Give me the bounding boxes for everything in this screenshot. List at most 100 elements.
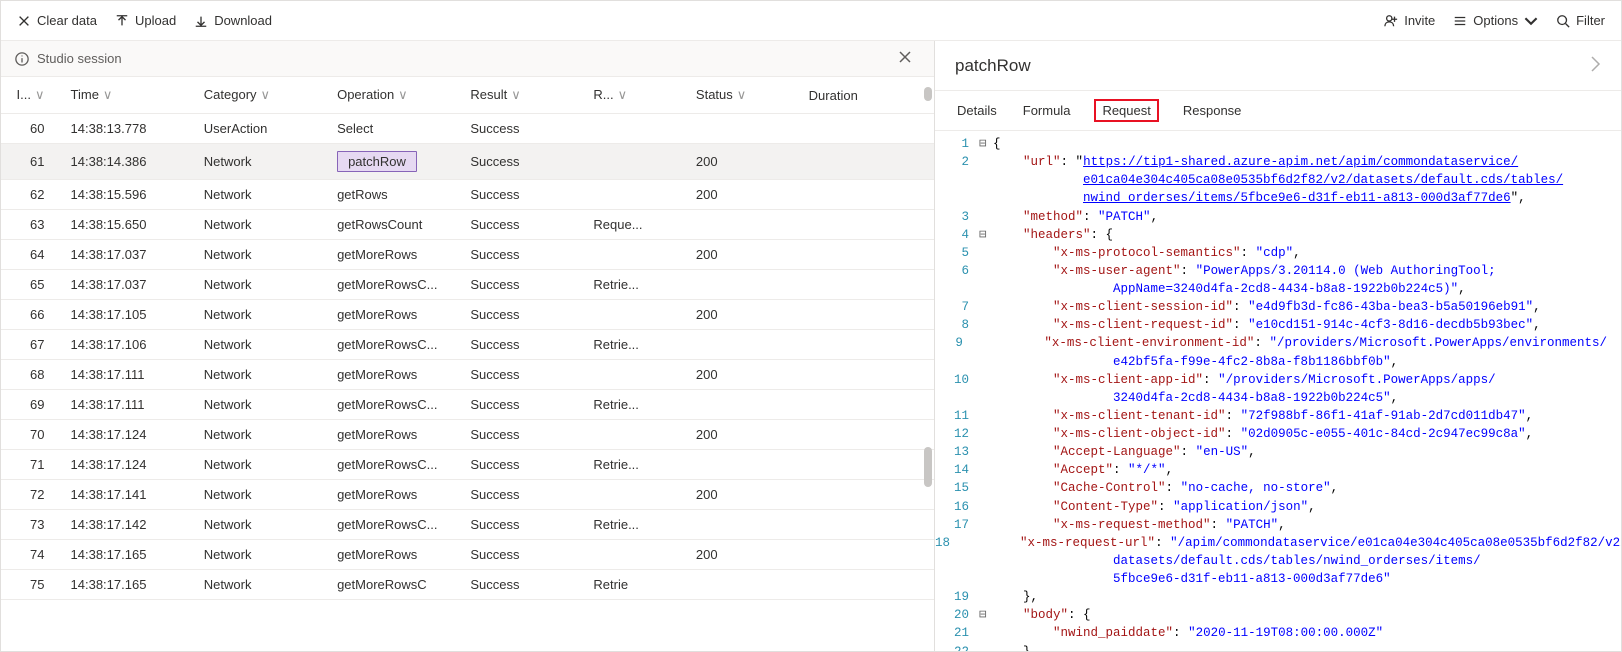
- cell: [801, 420, 934, 450]
- code-line: 9 "x-ms-client-environment-id": "/provid…: [935, 334, 1621, 352]
- line-number: [935, 171, 979, 189]
- table-row[interactable]: 7314:38:17.142NetworkgetMoreRowsC...Succ…: [1, 510, 934, 540]
- collapse-detail-button[interactable]: [1589, 55, 1601, 76]
- table-row[interactable]: 6014:38:13.778UserActionSelectSuccess: [1, 114, 934, 144]
- close-session-button[interactable]: [898, 50, 920, 67]
- col-status[interactable]: Status∨: [688, 77, 801, 114]
- cell: [585, 540, 688, 570]
- fold-toggle: [979, 316, 993, 334]
- fold-toggle[interactable]: ⊟: [979, 606, 993, 624]
- table-row[interactable]: 6114:38:14.386NetworkpatchRowSuccess200: [1, 144, 934, 180]
- line-number: 4: [935, 226, 979, 244]
- table-row[interactable]: 6414:38:17.037NetworkgetMoreRowsSuccess2…: [1, 240, 934, 270]
- code-line: 15 "Cache-Control": "no-cache, no-store"…: [935, 479, 1621, 497]
- cell: getMoreRows: [329, 480, 462, 510]
- code-content: "x-ms-client-object-id": "02d0905c-e055-…: [993, 425, 1621, 443]
- cell: [688, 570, 801, 600]
- table-row[interactable]: 6514:38:17.037NetworkgetMoreRowsC...Succ…: [1, 270, 934, 300]
- line-number: [935, 189, 979, 207]
- code-line: 7 "x-ms-client-session-id": "e4d9fb3d-fc…: [935, 298, 1621, 316]
- cell: 69: [1, 390, 63, 420]
- cell: 71: [1, 450, 63, 480]
- table-row[interactable]: 7214:38:17.141NetworkgetMoreRowsSuccess2…: [1, 480, 934, 510]
- invite-button[interactable]: Invite: [1384, 13, 1435, 28]
- tab-response[interactable]: Response: [1181, 99, 1244, 122]
- cell: [801, 390, 934, 420]
- fold-toggle: [979, 280, 993, 298]
- table-row[interactable]: 7014:38:17.124NetworkgetMoreRowsSuccess2…: [1, 420, 934, 450]
- fold-toggle[interactable]: ⊟: [979, 226, 993, 244]
- cell: Retrie...: [585, 510, 688, 540]
- code-line: 5 "x-ms-protocol-semantics": "cdp",: [935, 244, 1621, 262]
- cell: 62: [1, 180, 63, 210]
- filter-button[interactable]: Filter: [1556, 13, 1605, 28]
- table-row[interactable]: 6614:38:17.105NetworkgetMoreRowsSuccess2…: [1, 300, 934, 330]
- cell: [801, 570, 934, 600]
- cell: [585, 144, 688, 180]
- col-index[interactable]: I...∨: [1, 77, 63, 114]
- code-line: 6 "x-ms-user-agent": "PowerApps/3.20114.…: [935, 262, 1621, 280]
- session-label: Studio session: [37, 51, 122, 66]
- tab-formula[interactable]: Formula: [1021, 99, 1073, 122]
- cell: [801, 300, 934, 330]
- events-table-scroll[interactable]: I...∨ Time∨ Category∨ Operation∨ Result∨…: [1, 77, 934, 651]
- cell: [688, 450, 801, 480]
- table-row[interactable]: 6314:38:15.650NetworkgetRowsCountSuccess…: [1, 210, 934, 240]
- code-content: datasets/default.cds/tables/nwind_orders…: [993, 552, 1621, 570]
- download-label: Download: [214, 13, 272, 28]
- col-category[interactable]: Category∨: [196, 77, 329, 114]
- cell: Retrie: [585, 570, 688, 600]
- options-button[interactable]: Options: [1453, 13, 1538, 28]
- line-number: 3: [935, 208, 979, 226]
- cell: 200: [688, 540, 801, 570]
- table-row[interactable]: 6814:38:17.111NetworkgetMoreRowsSuccess2…: [1, 360, 934, 390]
- table-row[interactable]: 7514:38:17.165NetworkgetMoreRowsCSuccess…: [1, 570, 934, 600]
- table-row[interactable]: 7114:38:17.124NetworkgetMoreRowsC...Succ…: [1, 450, 934, 480]
- col-result[interactable]: Result∨: [462, 77, 585, 114]
- table-row[interactable]: 6914:38:17.111NetworkgetMoreRowsC...Succ…: [1, 390, 934, 420]
- table-row[interactable]: 6714:38:17.106NetworkgetMoreRowsC...Succ…: [1, 330, 934, 360]
- cell: Success: [462, 210, 585, 240]
- col-time[interactable]: Time∨: [63, 77, 196, 114]
- table-row[interactable]: 7414:38:17.165NetworkgetMoreRowsSuccess2…: [1, 540, 934, 570]
- code-content: "x-ms-user-agent": "PowerApps/3.20114.0 …: [993, 262, 1621, 280]
- download-button[interactable]: Download: [194, 13, 272, 28]
- upload-button[interactable]: Upload: [115, 13, 176, 28]
- col-r[interactable]: R...∨: [585, 77, 688, 114]
- tab-request[interactable]: Request: [1094, 99, 1158, 122]
- code-content: },: [993, 588, 1621, 606]
- cell: Select: [329, 114, 462, 144]
- line-number: [935, 280, 979, 298]
- col-duration[interactable]: Duration: [801, 77, 934, 114]
- cell: [801, 540, 934, 570]
- clear-data-button[interactable]: Clear data: [17, 13, 97, 28]
- cell: 14:38:17.141: [63, 480, 196, 510]
- cell: [585, 180, 688, 210]
- cell: Network: [196, 210, 329, 240]
- session-bar: Studio session: [1, 41, 934, 77]
- code-content: "x-ms-request-method": "PATCH",: [993, 516, 1621, 534]
- table-row[interactable]: 6214:38:15.596NetworkgetRowsSuccess200: [1, 180, 934, 210]
- fold-toggle[interactable]: ⊟: [979, 135, 993, 153]
- fold-toggle: [979, 443, 993, 461]
- code-content: "body": {: [993, 606, 1621, 624]
- cell: Network: [196, 144, 329, 180]
- line-number: 2: [935, 153, 979, 171]
- code-line: 22 }: [935, 643, 1621, 652]
- request-body-code[interactable]: 1⊟{2 "url": "https://tip1-shared.azure-a…: [935, 131, 1621, 651]
- scrollbar-thumb[interactable]: [924, 447, 932, 487]
- code-line: 17 "x-ms-request-method": "PATCH",: [935, 516, 1621, 534]
- line-number: 15: [935, 479, 979, 497]
- tab-details[interactable]: Details: [955, 99, 999, 122]
- fold-toggle: [979, 262, 993, 280]
- scrollbar-thumb-top[interactable]: [924, 87, 932, 101]
- scrollbar[interactable]: [922, 77, 932, 651]
- code-content: "x-ms-client-request-id": "e10cd151-914c…: [993, 316, 1621, 334]
- col-operation[interactable]: Operation∨: [329, 77, 462, 114]
- cell: [688, 510, 801, 540]
- cell: [801, 180, 934, 210]
- line-number: 17: [935, 516, 979, 534]
- upload-label: Upload: [135, 13, 176, 28]
- download-icon: [194, 14, 208, 28]
- cell: Success: [462, 144, 585, 180]
